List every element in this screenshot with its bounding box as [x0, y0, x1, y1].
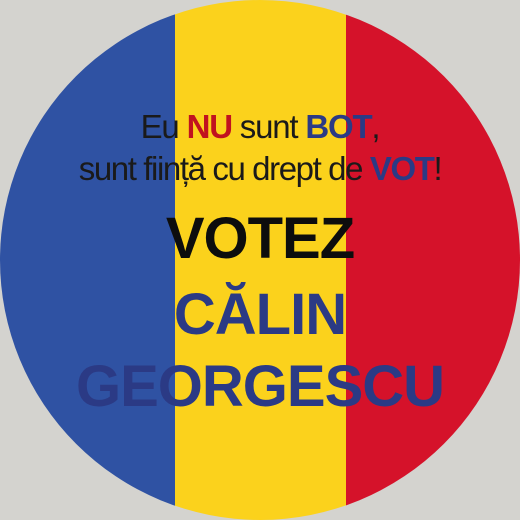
slogan-line-1: Eu NU sunt BOT, — [0, 108, 520, 146]
votez-heading: VOTEZ — [165, 206, 355, 271]
campaign-badge: Eu NU sunt BOT, sunt ființă cu drept de … — [0, 0, 520, 520]
badge-text: Eu NU sunt BOT, sunt ființă cu drept de … — [0, 0, 520, 520]
slogan-text: , — [371, 108, 380, 145]
slogan-text: Eu — [140, 108, 187, 145]
candidate-first-name: CĂLIN — [173, 282, 347, 347]
slogan-line-2: sunt ființă cu drept de VOT! — [0, 150, 520, 188]
nu-highlight: NU — [186, 108, 233, 145]
bot-highlight: BOT — [305, 108, 372, 145]
slogan-text: sunt — [231, 108, 306, 145]
vot-highlight: VOT — [369, 150, 435, 187]
slogan-text: ! — [433, 150, 442, 187]
candidate-last-name: GEORGESCU — [75, 354, 445, 419]
slogan-text: sunt ființă cu drept de — [78, 150, 370, 187]
